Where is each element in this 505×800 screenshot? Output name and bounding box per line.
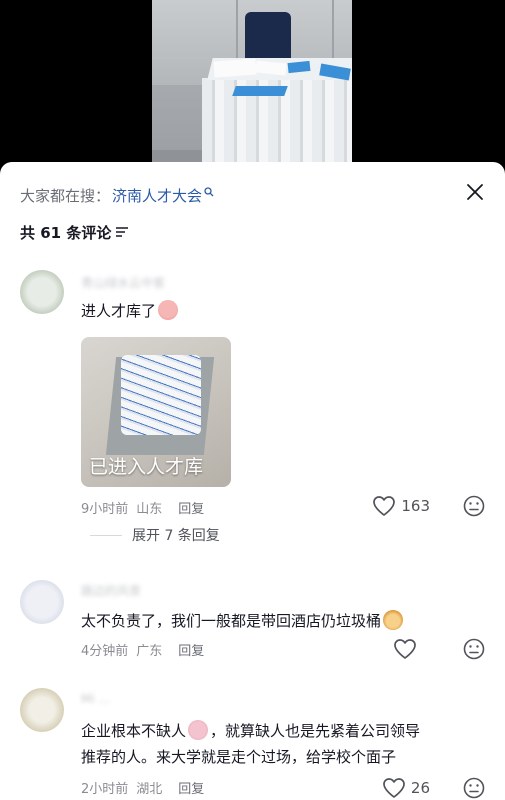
comment-location: 广东 bbox=[136, 644, 163, 659]
avatar[interactable] bbox=[20, 580, 64, 624]
comment-location: 山东 bbox=[136, 502, 163, 517]
avatar[interactable] bbox=[20, 688, 64, 732]
sort-icon bbox=[116, 227, 129, 237]
comment-image[interactable]: 已进入人才库 bbox=[81, 337, 231, 487]
like-count: 163 bbox=[401, 497, 430, 515]
comment-location: 湖北 bbox=[136, 782, 163, 797]
dislike-icon[interactable] bbox=[463, 777, 485, 799]
comment-item: Mi ... 企业根本不缺人 ，就算缺人也是先紧着公司领导 推荐的人。来大学就是走… bbox=[0, 682, 505, 800]
comment-text-body: 太不负责了，我们一般都是带回酒店仍垃圾桶 bbox=[81, 612, 382, 630]
comment-text-line2: 推荐的人。来大学就是走个过场，给学校个面子 bbox=[81, 748, 397, 766]
heart-icon bbox=[394, 639, 416, 659]
comment-time: 2小时前 bbox=[81, 782, 129, 797]
video-frame bbox=[152, 0, 352, 170]
trending-search[interactable]: 大家都在搜： 济南人才大会 bbox=[20, 184, 214, 206]
comment-item: 青山绿水云中客 进人才库了 已进入人才库 9小时前 山东 回复 163 展开 7… bbox=[0, 262, 505, 562]
comment-item: 路边的风景 太不负责了，我们一般都是带回酒店仍垃圾桶 4分钟前 广东 回复 bbox=[0, 572, 505, 672]
comment-time: 4分钟前 bbox=[81, 644, 129, 659]
comment-text-body: 进人才库了 bbox=[81, 302, 157, 320]
reply-button[interactable]: 回复 bbox=[178, 640, 204, 659]
comment-username[interactable]: Mi ... bbox=[81, 692, 110, 706]
comment-text: 企业根本不缺人 ，就算缺人也是先紧着公司领导 推荐的人。来大学就是走个过场，给学校… bbox=[81, 718, 481, 770]
comment-meta: 9小时前 山东 回复 bbox=[81, 498, 204, 517]
search-icon bbox=[204, 187, 214, 197]
like-button[interactable] bbox=[393, 638, 417, 660]
image-caption: 已进入人才库 bbox=[89, 456, 204, 478]
chair bbox=[245, 12, 291, 64]
comment-text-part1: 企业根本不缺人 bbox=[81, 722, 187, 740]
comment-time: 9小时前 bbox=[81, 502, 129, 517]
divider bbox=[90, 534, 122, 536]
monkey-face-emoji bbox=[383, 610, 404, 630]
expand-replies[interactable]: 展开 7 条回复 bbox=[90, 525, 220, 545]
reply-button[interactable]: 回复 bbox=[178, 778, 204, 797]
pig-face-emoji bbox=[158, 300, 179, 320]
trending-search-term[interactable]: 济南人才大会 bbox=[112, 185, 202, 206]
heart-icon bbox=[383, 778, 405, 798]
comment-meta: 4分钟前 广东 回复 bbox=[81, 640, 204, 659]
comment-username[interactable]: 路边的风景 bbox=[81, 582, 141, 599]
comment-username[interactable]: 青山绿水云中客 bbox=[81, 274, 165, 291]
close-icon[interactable] bbox=[465, 182, 485, 202]
discarded-resumes bbox=[121, 355, 201, 435]
comments-sheet: 大家都在搜： 济南人才大会 共 61 条评论 青山绿水云中客 进人才库了 已进入… bbox=[0, 162, 505, 800]
heart-icon bbox=[373, 496, 396, 516]
comment-count[interactable]: 共 61 条评论 bbox=[20, 220, 129, 244]
dislike-icon[interactable] bbox=[463, 638, 485, 660]
trending-search-prefix: 大家都在搜： bbox=[20, 186, 111, 205]
comment-text: 太不负责了，我们一般都是带回酒店仍垃圾桶 bbox=[81, 608, 404, 634]
avatar[interactable] bbox=[20, 270, 64, 314]
video-preview[interactable] bbox=[0, 0, 505, 170]
comment-text-part2: ，就算缺人也是先紧着公司领导 bbox=[210, 722, 421, 740]
like-count: 26 bbox=[410, 779, 430, 797]
crying-face-emoji bbox=[188, 720, 209, 740]
comment-text: 进人才库了 bbox=[81, 298, 179, 324]
reply-button[interactable]: 回复 bbox=[178, 498, 204, 517]
dislike-icon[interactable] bbox=[463, 495, 485, 517]
comment-count-label: 共 61 条评论 bbox=[20, 223, 112, 242]
comment-meta: 2小时前 湖北 回复 bbox=[81, 778, 204, 797]
like-button[interactable]: 163 bbox=[372, 495, 430, 517]
like-button[interactable]: 26 bbox=[382, 777, 430, 799]
expand-replies-label: 展开 7 条回复 bbox=[132, 528, 220, 544]
